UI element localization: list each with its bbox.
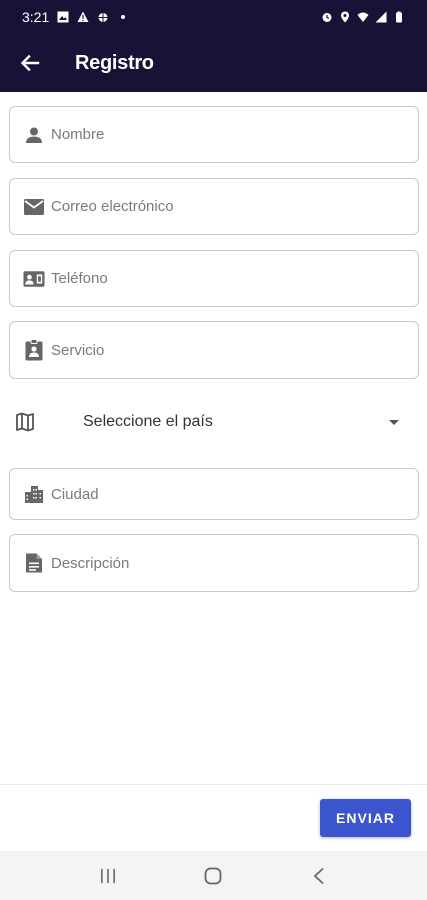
badge-icon: [23, 339, 45, 361]
email-field[interactable]: Correo electrónico: [9, 178, 419, 235]
arrow-left-icon: [20, 54, 40, 72]
service-placeholder: Servicio: [51, 341, 105, 359]
document-icon: [23, 552, 45, 574]
battery-icon: [396, 11, 402, 23]
country-select[interactable]: Seleccione el país: [9, 396, 419, 448]
footer-divider: [0, 784, 427, 785]
country-select-value: Seleccione el país: [83, 413, 213, 430]
email-placeholder: Correo electrónico: [51, 198, 174, 215]
home-icon: [205, 867, 222, 884]
back-button[interactable]: [0, 34, 60, 92]
city-field[interactable]: Ciudad: [9, 468, 419, 520]
description-field[interactable]: Descripción: [9, 534, 419, 592]
app-bar: Registro: [0, 34, 427, 92]
status-bar: 3:21: [0, 0, 427, 34]
wifi-icon: [357, 12, 369, 22]
page-title: Registro: [75, 51, 154, 74]
phone-field[interactable]: Teléfono: [9, 250, 419, 307]
map-icon: [14, 411, 36, 433]
city-icon: [23, 483, 45, 505]
description-placeholder: Descripción: [51, 554, 130, 572]
chevron-left-icon: [313, 867, 324, 884]
location-icon: [341, 11, 349, 23]
chevron-down-icon: [389, 419, 399, 425]
recents-button[interactable]: [88, 856, 128, 896]
alarm-icon: [322, 13, 332, 22]
warning-icon: [77, 11, 89, 22]
signal-icon: [375, 11, 387, 23]
name-placeholder: Nombre: [51, 126, 105, 143]
contact-phone-icon: [23, 268, 45, 290]
system-nav-bar: [0, 851, 427, 900]
mail-icon: [23, 196, 45, 218]
person-icon: [23, 124, 45, 146]
status-time: 3:21: [22, 9, 50, 25]
service-field[interactable]: Servicio: [9, 321, 419, 379]
name-field[interactable]: Nombre: [9, 106, 419, 163]
recents-icon: [100, 868, 115, 883]
home-button[interactable]: [193, 856, 233, 896]
city-placeholder: Ciudad: [51, 485, 99, 503]
image-icon: [57, 11, 69, 23]
dot-icon: [121, 15, 126, 19]
nav-back-button[interactable]: [299, 856, 339, 896]
submit-button[interactable]: ENVIAR: [320, 799, 411, 837]
phone-placeholder: Teléfono: [51, 270, 108, 287]
bug-icon: [98, 13, 108, 22]
